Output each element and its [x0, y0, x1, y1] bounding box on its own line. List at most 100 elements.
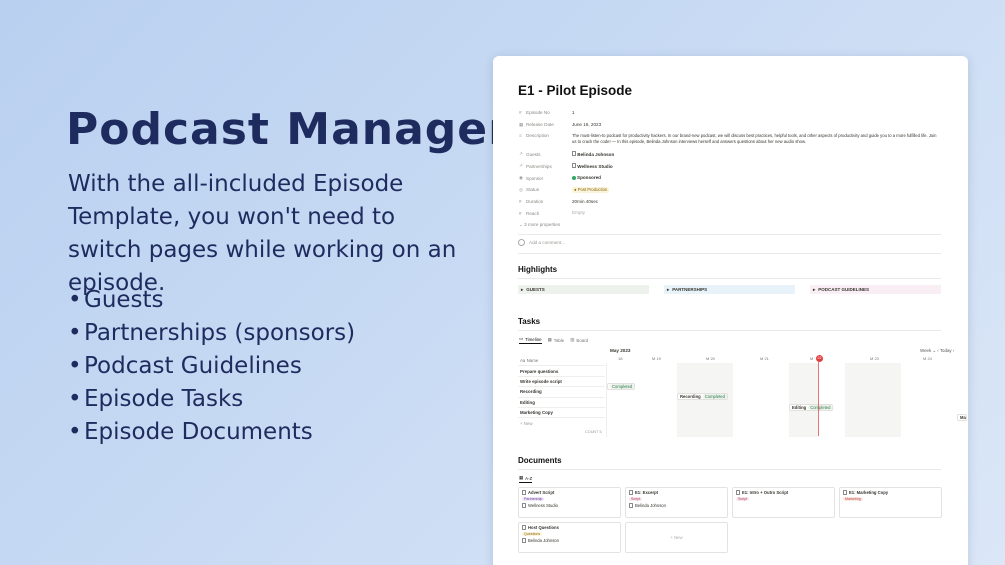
gallery-icon: ▦ [519, 475, 524, 480]
timeline-month: May 2023 [610, 348, 631, 353]
page-icon [522, 525, 526, 530]
more-properties-toggle[interactable]: ⌄ 3 more properties [519, 219, 939, 231]
page-icon [843, 490, 847, 495]
today-line [818, 362, 819, 436]
week-tick: M 20 [706, 356, 715, 361]
tasks-timeline: May 2023 Week ⌄ ‹ Today › 18 M 19 M 20 M… [518, 346, 968, 438]
document-tag: Questions [522, 532, 543, 536]
page-icon [572, 150, 576, 156]
divider [518, 469, 941, 470]
highlights-heading: Highlights [518, 265, 558, 274]
document-card[interactable]: E1: Excerpt Script Belinda Johnson [625, 487, 728, 518]
page-icon [572, 162, 576, 168]
weekend-shade [789, 363, 819, 437]
divider [518, 253, 941, 254]
timeline-grid: Completed Recording Completed Editing Comp… [606, 363, 968, 437]
weekend-shade [677, 363, 733, 437]
triangle-right-icon: ▸ [521, 286, 524, 292]
task-row[interactable]: Write episode script [518, 377, 605, 388]
table-icon: ▦ [547, 337, 552, 342]
divider [518, 234, 941, 235]
avatar [518, 239, 525, 246]
page-icon [522, 490, 526, 495]
toggle-partnerships[interactable]: ▸ PARTNERSHIPS [664, 285, 795, 294]
feature-item: • Partnerships (sponsors) [68, 320, 356, 346]
feature-list: • Guests • Partnerships (sponsors) • Podcas… [68, 284, 355, 449]
property-partnerships[interactable]: ↗ Partnerships Wellness Studio [519, 160, 939, 172]
week-tick: M 23 [870, 356, 879, 361]
status-badge: ● Post Production [572, 186, 610, 193]
properties-list: # Episode No 1 ▦ Release Date June 16, 202… [519, 107, 939, 231]
timeline-controls[interactable]: Week ⌄ ‹ Today › [920, 348, 954, 354]
document-card[interactable]: E1: Marketing Copy Marketing [839, 487, 942, 518]
tab-board[interactable]: ▥ Board [570, 336, 588, 344]
triangle-right-icon: ▸ [667, 286, 670, 292]
week-tick: M 21 [760, 356, 769, 361]
highlights-row: ▸ GUESTS ▸ PARTNERSHIPS ▸ PODCAST GUIDELINE… [518, 285, 941, 294]
toggle-podcast-guidelines[interactable]: ▸ PODCAST GUIDELINES [810, 285, 941, 294]
property-release-date[interactable]: ▦ Release Date June 16, 2023 [519, 119, 939, 131]
timeline-bar[interactable]: Completed [607, 383, 636, 390]
weekend-shade [845, 363, 901, 437]
page-title[interactable]: E1 - Pilot Episode [518, 83, 632, 98]
property-sponsor[interactable]: ◉ Sponsor Sponsored [519, 172, 939, 184]
property-status[interactable]: ◎ Status ● Post Production [519, 184, 939, 196]
new-document-button[interactable]: + New [625, 522, 728, 553]
timeline-icon: ▭ [519, 336, 524, 341]
episode-page-card: E1 - Pilot Episode # Episode No 1 ▦ Releas… [493, 56, 968, 565]
page-icon [736, 490, 740, 495]
status-dot-icon [572, 175, 576, 180]
documents-heading: Documents [518, 456, 562, 465]
task-row[interactable]: Editing [518, 398, 605, 408]
page-icon [522, 538, 526, 543]
document-card[interactable]: E1: Intro + Outro Script Script [732, 487, 835, 518]
divider [518, 330, 941, 331]
week-tick: M 19 [652, 356, 661, 361]
task-row[interactable]: Prepare questions [518, 366, 605, 377]
timeline-week-header: 18 M 19 M 20 M 21 M 22 M 23 M 24 [610, 355, 968, 363]
name-header: Aa Name [518, 356, 605, 367]
week-tick: 18 [618, 356, 623, 361]
documents-gallery: Advert Script Partnership Wellness Studi… [518, 487, 942, 553]
triangle-right-icon: ▸ [813, 286, 816, 292]
task-row[interactable]: Recording [518, 387, 605, 398]
timeline-bar[interactable]: Editing Completed [789, 404, 834, 411]
page-icon [629, 490, 633, 495]
tasks-heading: Tasks [518, 317, 541, 326]
feature-item: • Guests [68, 287, 164, 313]
task-row[interactable]: Marketing Copy [518, 408, 605, 419]
timeline-bar[interactable]: Recording Completed [677, 393, 728, 400]
document-card[interactable]: Host Questions Questions Belinda Johnson [518, 522, 621, 553]
timeline-name-column: Aa Name Prepare questions Write episode … [518, 356, 605, 429]
feature-item: • Episode Tasks [68, 386, 244, 412]
property-duration[interactable]: # Duration 20min 40sec [519, 196, 939, 208]
property-guests[interactable]: ↗ Guests Belinda Johnson [519, 149, 939, 161]
documents-view-tabs: ▦ A-Z [519, 475, 533, 483]
property-reach[interactable]: # Reach Empty [519, 208, 939, 220]
week-tick: M [810, 356, 814, 361]
board-icon: ▥ [570, 337, 575, 342]
new-task-button[interactable]: + New [518, 418, 605, 428]
document-tag: Partnership [522, 497, 545, 501]
add-comment[interactable]: Add a comment... [518, 239, 565, 246]
week-tick: M 24 [923, 356, 932, 361]
document-tag: Script [629, 497, 643, 501]
hero-title: Podcast Manager [66, 104, 511, 155]
task-view-tabs: ▭ Timeline ▦ Table ▥ Board [519, 336, 588, 344]
document-tag: Marketing [843, 497, 863, 501]
tab-table[interactable]: ▦ Table [548, 336, 565, 344]
task-count: COUNT 5 [585, 430, 602, 434]
property-description[interactable]: ≡ Description The must-listen-to podcast … [519, 131, 939, 149]
hero-subtitle: With the all-included Episode Template, … [68, 171, 457, 296]
toggle-guests[interactable]: ▸ GUESTS [518, 285, 649, 294]
tab-timeline[interactable]: ▭ Timeline [519, 336, 542, 344]
tab-a-z[interactable]: ▦ A-Z [519, 475, 533, 483]
document-card[interactable]: Advert Script Partnership Wellness Studi… [518, 487, 621, 518]
feature-item: • Podcast Guidelines [68, 353, 302, 379]
timeline-bar[interactable]: Ma [957, 414, 967, 421]
page-icon [522, 503, 526, 508]
document-tag: Script [736, 497, 750, 501]
divider [518, 278, 941, 279]
feature-item: • Episode Documents [68, 419, 313, 445]
property-episode-no[interactable]: # Episode No 1 [519, 107, 939, 119]
